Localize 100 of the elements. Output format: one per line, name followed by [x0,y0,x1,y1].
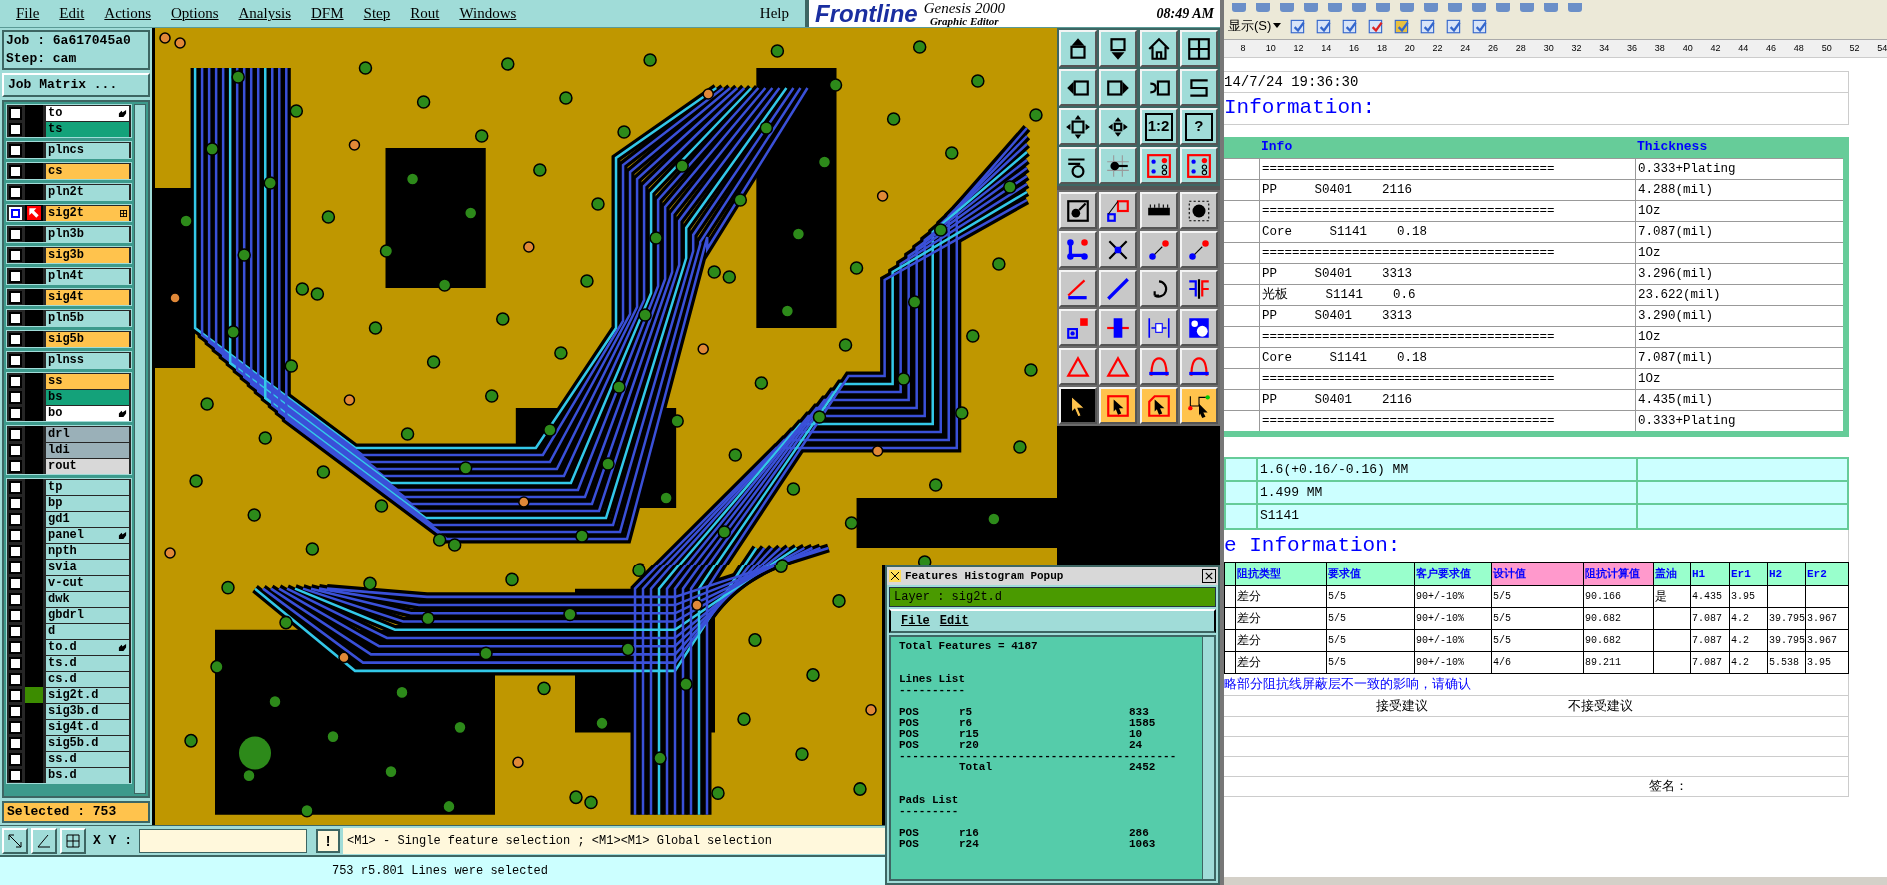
layer-checkbox[interactable] [9,704,22,718]
layer-checkbox[interactable] [9,443,22,457]
layer-checkbox[interactable] [9,608,22,622]
tool-button[interactable] [1179,270,1218,307]
layer-name[interactable]: cs [46,163,129,179]
tool-button[interactable] [1059,69,1097,106]
layer-checkbox[interactable] [9,248,22,262]
tool-button[interactable] [1059,387,1097,424]
scrollbar[interactable] [134,104,146,794]
layer-name[interactable]: ts [46,121,129,137]
tool-button[interactable] [1139,387,1178,424]
layer-name[interactable]: sig2t.d [46,687,129,703]
close-button[interactable] [1202,569,1216,583]
layer-checkbox[interactable] [9,656,22,670]
layer-name[interactable]: to.d [46,639,129,655]
tool-button[interactable] [1099,192,1138,229]
tool-button[interactable] [1179,30,1218,67]
layer-checkbox[interactable] [9,227,22,241]
layer-name[interactable]: sig4t [46,289,129,305]
layer-checkbox[interactable] [9,290,22,304]
menu-item[interactable]: Actions [104,2,151,25]
tool-button[interactable] [1059,147,1097,184]
tool-button[interactable] [1099,147,1138,184]
tool-button[interactable] [1179,192,1218,229]
layer-checkbox[interactable] [9,459,22,473]
layer-name[interactable]: sig5b [46,331,129,347]
menu-item[interactable]: Step [363,2,391,25]
layer-name[interactable]: npth [46,543,129,559]
layer-checkbox[interactable] [9,576,22,590]
layer-name[interactable]: plnss [46,352,129,368]
tool-button[interactable] [1139,69,1178,106]
layer-name[interactable]: to [46,105,129,121]
tool-button[interactable] [1059,192,1097,229]
layer-checkbox[interactable] [9,390,22,404]
layer-name[interactable]: pln2t [46,184,129,200]
layer-checkbox[interactable] [9,427,22,441]
menu-item[interactable]: File [901,612,930,630]
layer-checkbox[interactable] [9,143,22,157]
layer-name[interactable]: drl [46,426,129,442]
layer-name[interactable]: sig3b [46,247,129,263]
layer-checkbox[interactable] [9,672,22,686]
layer-name[interactable]: bp [46,495,129,511]
layer-checkbox[interactable] [9,269,22,283]
layer-checkbox[interactable] [9,353,22,367]
layer-name[interactable]: rout [46,458,129,474]
layer-name[interactable]: ss.d [46,751,129,767]
layer-checkbox[interactable] [9,752,22,766]
layer-name[interactable]: cs.d [46,671,129,687]
xy-input-field[interactable] [139,828,307,853]
tool-button[interactable] [1059,231,1097,268]
layer-checkbox[interactable] [9,528,22,542]
layer-name[interactable]: sig5b.d [46,735,129,751]
tool-button[interactable] [1099,309,1138,346]
layer-name[interactable]: sig3b.d [46,703,129,719]
tool-button[interactable] [1139,192,1178,229]
tool-button[interactable]: ? [1179,108,1218,145]
tool-button[interactable] [1139,270,1178,307]
menu-item[interactable]: Help [759,2,789,25]
layer-name[interactable]: gbdrl [46,607,129,623]
tool-button[interactable] [1179,231,1218,268]
tool-button[interactable] [1139,147,1178,184]
layer-name[interactable]: ss [46,373,129,389]
tool-button[interactable] [1099,270,1138,307]
layer-checkbox[interactable] [9,480,22,494]
layer-name[interactable]: sig4t.d [46,719,129,735]
layer-checkbox[interactable] [9,311,22,325]
layer-checkbox[interactable] [9,406,22,420]
tool-button[interactable] [1059,108,1097,145]
layer-name[interactable]: dwk [46,591,129,607]
alert-button[interactable]: ! [316,828,340,853]
tool-button[interactable] [1099,69,1138,106]
layer-name[interactable]: pln4t [46,268,129,284]
tool-button[interactable] [1099,387,1138,424]
menu-item[interactable]: Options [171,2,219,25]
tool-button[interactable] [1099,348,1138,385]
tool-button[interactable]: 1:2 [1139,108,1178,145]
layer-checkbox[interactable] [9,122,22,136]
tool-button[interactable] [1179,147,1218,184]
view-menu-label[interactable]: 显示(S) [1228,15,1272,36]
tool-button[interactable] [1139,231,1178,268]
layer-name[interactable]: pln3b [46,226,129,242]
layer-checkbox[interactable] [9,185,22,199]
layer-name[interactable]: svia [46,559,129,575]
menu-item[interactable]: Windows [459,2,517,25]
layer-name[interactable]: bs [46,389,129,405]
layer-checkbox[interactable] [9,688,22,702]
toolbar-button[interactable] [60,827,86,854]
layer-name[interactable]: gd1 [46,511,129,527]
menu-item[interactable]: Edit [939,612,969,630]
tool-button[interactable] [1139,309,1178,346]
layer-name[interactable]: ldi [46,442,129,458]
layer-checkbox[interactable] [9,736,22,750]
layer-checkbox[interactable] [9,512,22,526]
tool-button[interactable] [1099,108,1138,145]
layer-name[interactable]: sig2t [46,205,129,221]
layer-checkbox[interactable] [9,164,22,178]
layer-name[interactable]: tp [46,479,129,495]
tool-button[interactable] [1179,69,1218,106]
layer-checkbox[interactable] [9,332,22,346]
layer-name[interactable]: d [46,623,129,639]
